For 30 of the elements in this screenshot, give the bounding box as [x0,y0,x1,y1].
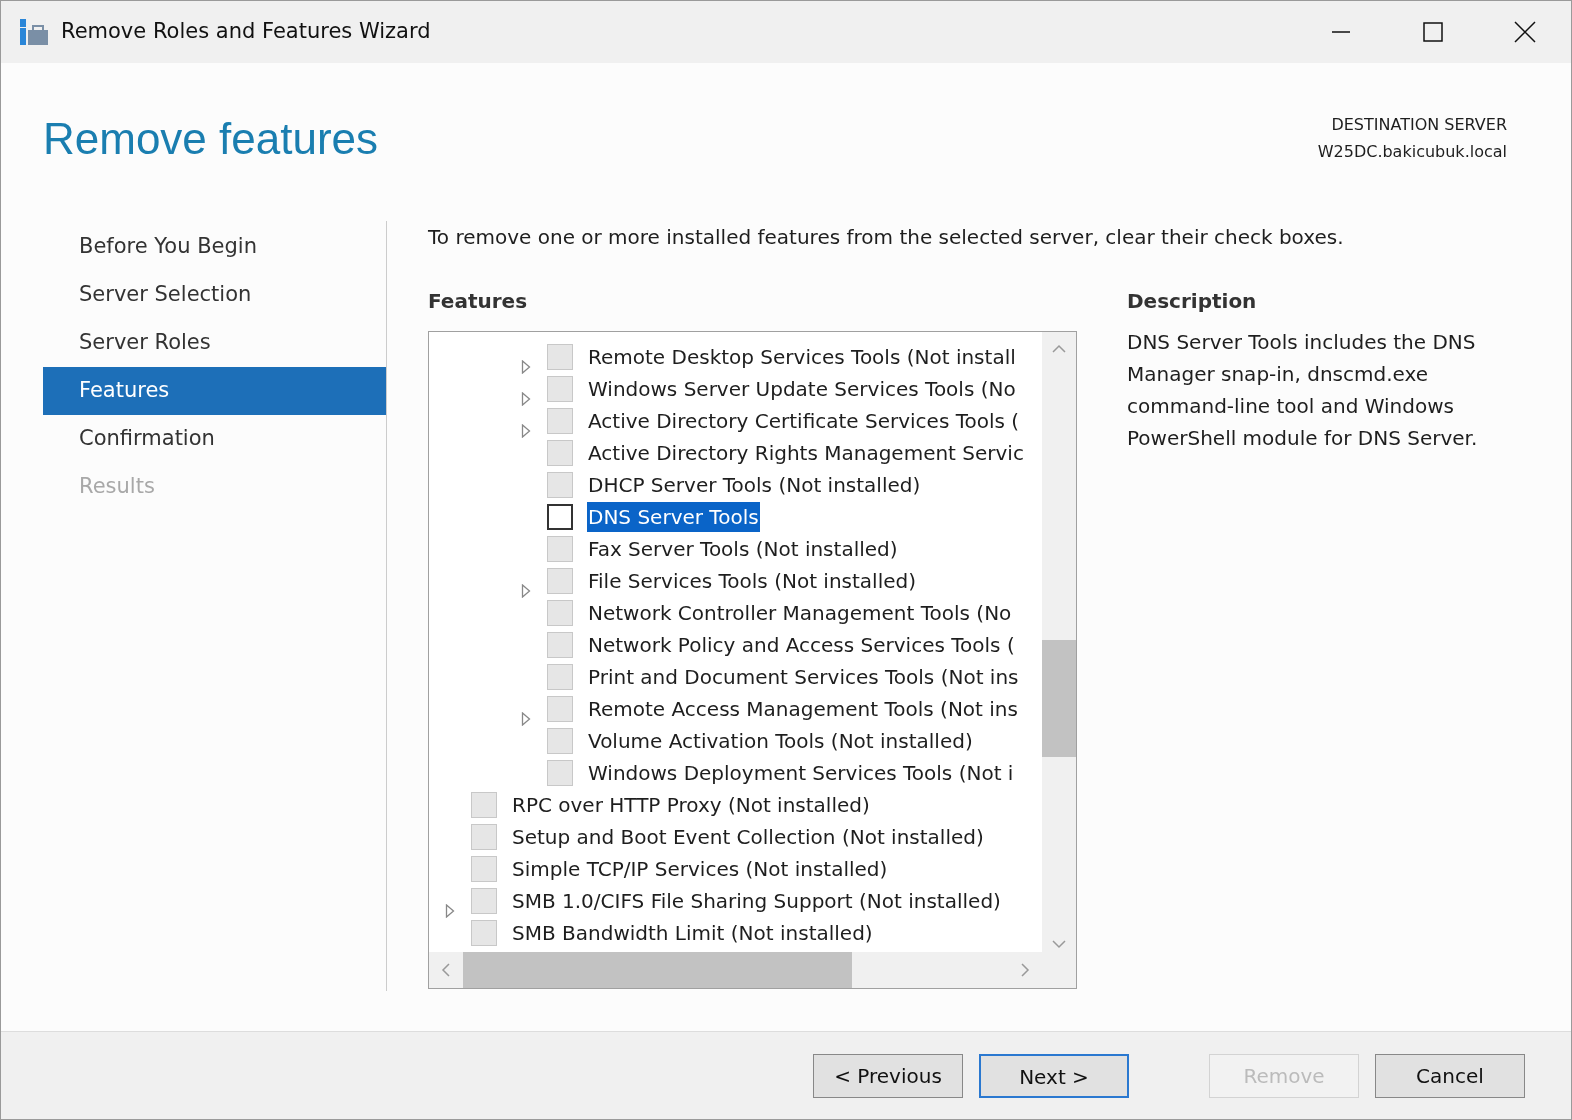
wizard-step[interactable]: Features [43,367,386,415]
destination-label: DESTINATION SERVER [1330,114,1507,136]
wizard-step[interactable]: Server Roles [43,319,386,367]
server-manager-icon [19,18,49,46]
description-text: DNS Server Tools includes the DNS Manager snap-in, dnscmd.exe command-line tool and Windows PowerShell module for DNS Server. [1127,329,1479,452]
description-heading: Description [1127,288,1258,315]
scroll-up-icon[interactable] [1052,344,1066,354]
checkbox[interactable] [547,504,573,530]
wizard-step[interactable]: Confirmation [43,415,386,463]
window-title: Remove Roles and Features Wizard [61,18,431,46]
features-heading: Features [428,288,529,315]
scroll-right-icon[interactable] [1020,963,1030,977]
wizard-button[interactable]: Next > [979,1053,1129,1098]
feature-label[interactable]: DNS Server Tools [587,502,760,532]
wizard-step[interactable]: Server Selection [43,271,386,319]
wizard-step[interactable]: Before You Begin [43,223,386,271]
scrollbar-thumb[interactable] [463,952,852,988]
maximize-icon [1423,22,1443,42]
scroll-left-icon[interactable] [441,963,451,977]
scroll-down-icon[interactable] [1052,939,1066,949]
scrollbar-thumb[interactable] [1042,640,1076,757]
vertical-scrollbar[interactable] [1042,332,1076,952]
instruction-text: To remove one or more installed features from the selected server, clear their check boxes. [428,224,1345,251]
minimize-icon [1331,31,1351,33]
close-icon [1514,21,1536,43]
page-title: Remove features [43,117,379,165]
wizard-button[interactable]: Cancel [1375,1053,1525,1098]
horizontal-scrollbar[interactable] [429,952,1042,988]
wizard-button[interactable]: < Previous [813,1053,963,1098]
destination-server: W25DC.bakicubuk.local [1317,141,1507,163]
